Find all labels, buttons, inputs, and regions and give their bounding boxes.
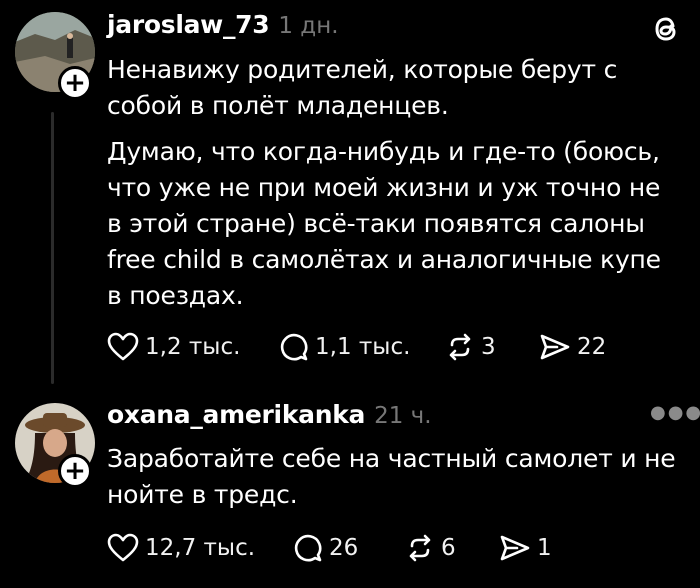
repost-icon <box>409 534 431 562</box>
post-header: jaroslaw_73 1 дн. <box>107 10 339 39</box>
paragraph: Ненавижу родителей, которые берут с собо… <box>107 55 618 120</box>
comment-icon <box>280 333 308 361</box>
timestamp: 21 ч. <box>374 403 432 429</box>
repost-count: 3 <box>481 334 496 360</box>
more-dots-icon[interactable]: ●●● <box>650 402 700 423</box>
follow-plus-button[interactable]: + <box>58 454 92 488</box>
paragraph: Думаю, что когда-нибудь и где-то (боюсь,… <box>107 137 661 310</box>
threads-logo-icon[interactable] <box>650 13 682 49</box>
action-bar: 12,7 тыс. 26 6 1 <box>107 533 552 563</box>
thread-connector-line <box>51 112 54 384</box>
username[interactable]: jaroslaw_73 <box>107 10 270 39</box>
comment-count: 26 <box>329 535 359 561</box>
action-bar: 1,2 тыс. 1,1 тыс. 3 22 <box>107 332 606 362</box>
comment-button[interactable]: 1,1 тыс. <box>279 332 445 362</box>
comment-count: 1,1 тыс. <box>315 334 411 360</box>
paragraph: Заработайте себе на частный самолет и не… <box>107 444 676 509</box>
share-icon <box>540 334 570 360</box>
follow-plus-button[interactable]: + <box>58 66 92 100</box>
share-icon <box>500 535 530 561</box>
like-count: 12,7 тыс. <box>145 535 256 561</box>
post-header: oxana_amerikanka 21 ч. <box>107 400 432 429</box>
comment-icon <box>294 534 322 562</box>
username[interactable]: oxana_amerikanka <box>107 400 365 429</box>
like-button[interactable]: 12,7 тыс. <box>107 533 293 563</box>
repost-icon <box>449 333 471 361</box>
repost-button[interactable]: 3 <box>445 332 539 362</box>
like-count: 1,2 тыс. <box>145 334 241 360</box>
share-count: 1 <box>537 535 552 561</box>
like-button[interactable]: 1,2 тыс. <box>107 332 279 362</box>
repost-button[interactable]: 6 <box>405 533 499 563</box>
repost-count: 6 <box>441 535 456 561</box>
post-text: Заработайте себе на частный самолет и не… <box>107 441 682 513</box>
share-button[interactable]: 1 <box>499 533 552 563</box>
post-text: Ненавижу родителей, которые берут с собо… <box>107 52 682 314</box>
heart-icon <box>107 332 139 361</box>
share-button[interactable]: 22 <box>539 332 606 362</box>
timestamp: 1 дн. <box>278 13 339 39</box>
heart-icon <box>107 533 139 562</box>
share-count: 22 <box>577 334 607 360</box>
comment-button[interactable]: 26 <box>293 533 405 563</box>
